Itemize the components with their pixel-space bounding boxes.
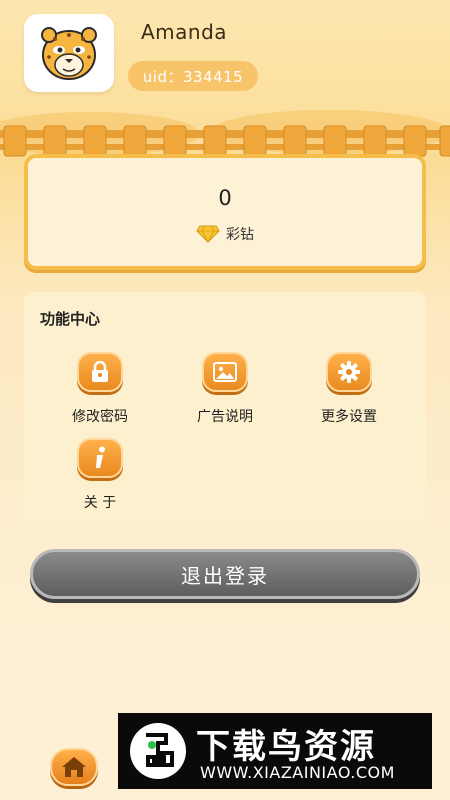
more-settings-label: 更多设置 bbox=[321, 409, 377, 425]
diamond-icon bbox=[196, 225, 220, 243]
home-icon bbox=[62, 757, 86, 777]
more-settings-button[interactable]: 更多设置 bbox=[301, 352, 397, 432]
watermark-title: 下载鸟资源 bbox=[196, 727, 376, 767]
about-label: 关 于 bbox=[83, 495, 117, 511]
avatar[interactable] bbox=[24, 14, 114, 92]
lock-icon bbox=[77, 352, 123, 392]
change-password-button[interactable]: 修改密码 bbox=[52, 352, 148, 432]
balance-label-row: 彩钻 bbox=[28, 224, 422, 244]
username: Amanda bbox=[141, 20, 228, 44]
ad-info-button[interactable]: 广告说明 bbox=[177, 352, 273, 432]
watermark-logo-icon bbox=[130, 723, 186, 779]
about-button[interactable]: 关 于 bbox=[52, 438, 148, 518]
gear-icon bbox=[326, 352, 372, 392]
image-icon bbox=[202, 352, 248, 392]
logout-button[interactable]: 退出登录 bbox=[30, 549, 420, 599]
function-center-title: 功能中心 bbox=[40, 310, 101, 328]
info-icon bbox=[77, 438, 123, 478]
ad-info-label: 广告说明 bbox=[197, 409, 253, 425]
balance-label: 彩钻 bbox=[226, 227, 254, 243]
profile-header: Amanda uid：334415 bbox=[0, 0, 450, 157]
watermark-url: WWW.XIAZAINIAO.COM bbox=[200, 763, 395, 782]
cheetah-avatar-icon bbox=[41, 27, 97, 80]
watermark-banner: 下载鸟资源 WWW.XIAZAINIAO.COM bbox=[118, 713, 432, 789]
function-center-panel: 功能中心 修改密码 广告说明 更多设置 关 于 bbox=[24, 292, 426, 524]
balance-card: 0 彩钻 bbox=[24, 154, 426, 270]
uid-badge: uid：334415 bbox=[128, 61, 258, 91]
home-button[interactable] bbox=[50, 748, 98, 786]
balance-value: 0 bbox=[218, 186, 232, 210]
change-password-label: 修改密码 bbox=[72, 409, 128, 425]
